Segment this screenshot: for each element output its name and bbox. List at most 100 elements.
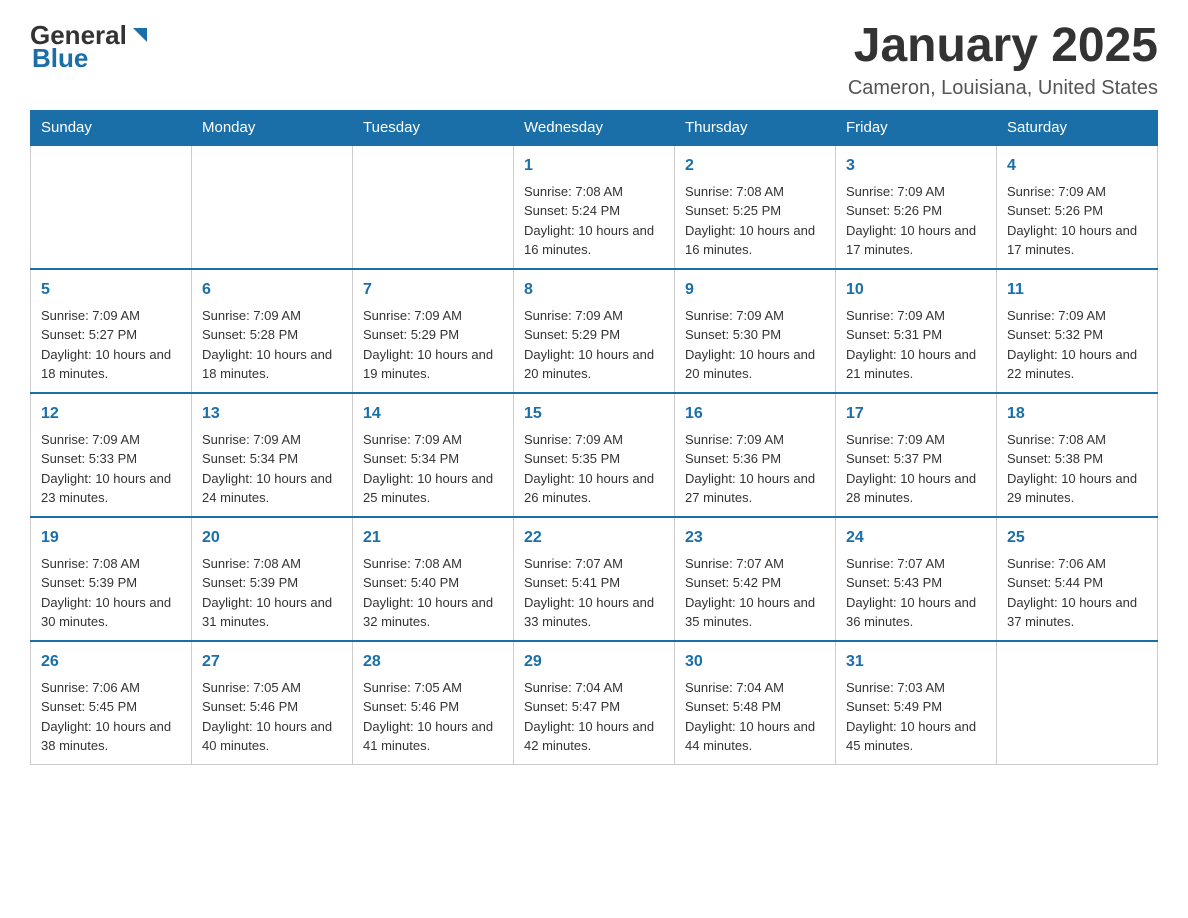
day-number: 23 xyxy=(685,526,825,550)
day-number: 21 xyxy=(363,526,503,550)
day-number: 1 xyxy=(524,154,664,178)
day-number: 19 xyxy=(41,526,181,550)
day-info: Sunrise: 7:06 AMSunset: 5:44 PMDaylight:… xyxy=(1007,554,1147,632)
day-info: Sunrise: 7:07 AMSunset: 5:41 PMDaylight:… xyxy=(524,554,664,632)
calendar-cell: 9 Sunrise: 7:09 AMSunset: 5:30 PMDaylight… xyxy=(675,269,836,393)
calendar-cell: 23 Sunrise: 7:07 AMSunset: 5:42 PMDayligh… xyxy=(675,517,836,641)
calendar-cell: 29Sunrise: 7:04 AMSunset: 5:47 PMDayligh… xyxy=(514,641,675,765)
calendar-cell xyxy=(192,145,353,269)
title-block: January 2025 Cameron, Louisiana, United … xyxy=(848,20,1158,100)
day-info: Sunrise: 7:09 AMSunset: 5:28 PMDaylight:… xyxy=(202,306,342,384)
day-number: 5 xyxy=(41,278,181,302)
calendar-cell: 15 Sunrise: 7:09 AMSunset: 5:35 PMDayligh… xyxy=(514,393,675,517)
day-number: 15 xyxy=(524,402,664,426)
day-info: Sunrise: 7:08 AMSunset: 5:39 PMDaylight:… xyxy=(41,554,181,632)
calendar-cell: 4 Sunrise: 7:09 AMSunset: 5:26 PMDaylight… xyxy=(997,145,1158,269)
day-info: Sunrise: 7:09 AMSunset: 5:29 PMDaylight:… xyxy=(524,306,664,384)
day-of-week-header: Friday xyxy=(836,110,997,145)
day-number: 13 xyxy=(202,402,342,426)
calendar-cell: 21 Sunrise: 7:08 AMSunset: 5:40 PMDayligh… xyxy=(353,517,514,641)
day-number: 11 xyxy=(1007,278,1147,302)
day-of-week-header: Sunday xyxy=(31,110,192,145)
calendar-cell xyxy=(997,641,1158,765)
day-info: Sunrise: 7:06 AMSunset: 5:45 PMDaylight:… xyxy=(41,678,181,756)
day-info: Sunrise: 7:03 AMSunset: 5:49 PMDaylight:… xyxy=(846,678,986,756)
calendar-cell: 16Sunrise: 7:09 AMSunset: 5:36 PMDayligh… xyxy=(675,393,836,517)
day-number: 18 xyxy=(1007,402,1147,426)
day-number: 6 xyxy=(202,278,342,302)
day-info: Sunrise: 7:08 AMSunset: 5:40 PMDaylight:… xyxy=(363,554,503,632)
calendar-cell: 14 Sunrise: 7:09 AMSunset: 5:34 PMDayligh… xyxy=(353,393,514,517)
day-info: Sunrise: 7:09 AMSunset: 5:34 PMDaylight:… xyxy=(363,430,503,508)
day-info: Sunrise: 7:08 AMSunset: 5:39 PMDaylight:… xyxy=(202,554,342,632)
calendar-cell: 27Sunrise: 7:05 AMSunset: 5:46 PMDayligh… xyxy=(192,641,353,765)
day-info: Sunrise: 7:09 AMSunset: 5:31 PMDaylight:… xyxy=(846,306,986,384)
day-info: Sunrise: 7:09 AMSunset: 5:32 PMDaylight:… xyxy=(1007,306,1147,384)
day-number: 7 xyxy=(363,278,503,302)
calendar-cell: 7 Sunrise: 7:09 AMSunset: 5:29 PMDaylight… xyxy=(353,269,514,393)
main-title: January 2025 xyxy=(848,20,1158,73)
day-number: 26 xyxy=(41,650,181,674)
day-info: Sunrise: 7:07 AMSunset: 5:42 PMDaylight:… xyxy=(685,554,825,632)
calendar-table: SundayMondayTuesdayWednesdayThursdayFrid… xyxy=(30,110,1158,765)
day-of-week-header: Tuesday xyxy=(353,110,514,145)
calendar-week-row: 12Sunrise: 7:09 AMSunset: 5:33 PMDayligh… xyxy=(31,393,1158,517)
day-of-week-header: Monday xyxy=(192,110,353,145)
calendar-week-row: 26 Sunrise: 7:06 AMSunset: 5:45 PMDayligh… xyxy=(31,641,1158,765)
calendar-cell: 26 Sunrise: 7:06 AMSunset: 5:45 PMDayligh… xyxy=(31,641,192,765)
day-number: 9 xyxy=(685,278,825,302)
day-info: Sunrise: 7:09 AMSunset: 5:27 PMDaylight:… xyxy=(41,306,181,384)
day-info: Sunrise: 7:09 AMSunset: 5:29 PMDaylight:… xyxy=(363,306,503,384)
calendar-cell: 19 Sunrise: 7:08 AMSunset: 5:39 PMDayligh… xyxy=(31,517,192,641)
day-number: 22 xyxy=(524,526,664,550)
calendar-cell xyxy=(353,145,514,269)
calendar-cell: 5 Sunrise: 7:09 AMSunset: 5:27 PMDaylight… xyxy=(31,269,192,393)
calendar-cell: 31Sunrise: 7:03 AMSunset: 5:49 PMDayligh… xyxy=(836,641,997,765)
day-of-week-header: Thursday xyxy=(675,110,836,145)
logo-arrow-icon xyxy=(129,26,151,48)
calendar-cell: 18 Sunrise: 7:08 AMSunset: 5:38 PMDayligh… xyxy=(997,393,1158,517)
day-info: Sunrise: 7:04 AMSunset: 5:47 PMDaylight:… xyxy=(524,678,664,756)
page-header: General Blue January 2025 Cameron, Louis… xyxy=(30,20,1158,100)
calendar-week-row: 1 Sunrise: 7:08 AMSunset: 5:24 PMDaylight… xyxy=(31,145,1158,269)
day-info: Sunrise: 7:08 AMSunset: 5:38 PMDaylight:… xyxy=(1007,430,1147,508)
day-info: Sunrise: 7:07 AMSunset: 5:43 PMDaylight:… xyxy=(846,554,986,632)
day-info: Sunrise: 7:09 AMSunset: 5:33 PMDaylight:… xyxy=(41,430,181,508)
calendar-cell: 6 Sunrise: 7:09 AMSunset: 5:28 PMDaylight… xyxy=(192,269,353,393)
calendar-cell: 12Sunrise: 7:09 AMSunset: 5:33 PMDayligh… xyxy=(31,393,192,517)
day-info: Sunrise: 7:09 AMSunset: 5:26 PMDaylight:… xyxy=(1007,182,1147,260)
day-info: Sunrise: 7:05 AMSunset: 5:46 PMDaylight:… xyxy=(363,678,503,756)
day-info: Sunrise: 7:08 AMSunset: 5:25 PMDaylight:… xyxy=(685,182,825,260)
calendar-cell: 8 Sunrise: 7:09 AMSunset: 5:29 PMDaylight… xyxy=(514,269,675,393)
calendar-cell: 17Sunrise: 7:09 AMSunset: 5:37 PMDayligh… xyxy=(836,393,997,517)
day-info: Sunrise: 7:09 AMSunset: 5:34 PMDaylight:… xyxy=(202,430,342,508)
calendar-cell: 20 Sunrise: 7:08 AMSunset: 5:39 PMDayligh… xyxy=(192,517,353,641)
day-info: Sunrise: 7:09 AMSunset: 5:26 PMDaylight:… xyxy=(846,182,986,260)
day-of-week-header: Saturday xyxy=(997,110,1158,145)
day-info: Sunrise: 7:09 AMSunset: 5:36 PMDaylight:… xyxy=(685,430,825,508)
calendar-cell: 11 Sunrise: 7:09 AMSunset: 5:32 PMDayligh… xyxy=(997,269,1158,393)
day-number: 14 xyxy=(363,402,503,426)
day-info: Sunrise: 7:09 AMSunset: 5:30 PMDaylight:… xyxy=(685,306,825,384)
day-number: 30 xyxy=(685,650,825,674)
day-number: 8 xyxy=(524,278,664,302)
day-number: 24 xyxy=(846,526,986,550)
day-number: 3 xyxy=(846,154,986,178)
calendar-cell: 3 Sunrise: 7:09 AMSunset: 5:26 PMDaylight… xyxy=(836,145,997,269)
logo-blue: Blue xyxy=(32,43,88,74)
day-info: Sunrise: 7:09 AMSunset: 5:35 PMDaylight:… xyxy=(524,430,664,508)
day-number: 20 xyxy=(202,526,342,550)
calendar-week-row: 19 Sunrise: 7:08 AMSunset: 5:39 PMDayligh… xyxy=(31,517,1158,641)
calendar-cell: 30Sunrise: 7:04 AMSunset: 5:48 PMDayligh… xyxy=(675,641,836,765)
calendar-cell: 24 Sunrise: 7:07 AMSunset: 5:43 PMDayligh… xyxy=(836,517,997,641)
day-info: Sunrise: 7:08 AMSunset: 5:24 PMDaylight:… xyxy=(524,182,664,260)
logo: General Blue xyxy=(30,20,151,74)
calendar-cell: 28Sunrise: 7:05 AMSunset: 5:46 PMDayligh… xyxy=(353,641,514,765)
calendar-week-row: 5 Sunrise: 7:09 AMSunset: 5:27 PMDaylight… xyxy=(31,269,1158,393)
day-info: Sunrise: 7:09 AMSunset: 5:37 PMDaylight:… xyxy=(846,430,986,508)
subtitle: Cameron, Louisiana, United States xyxy=(848,77,1158,100)
day-number: 4 xyxy=(1007,154,1147,178)
day-info: Sunrise: 7:05 AMSunset: 5:46 PMDaylight:… xyxy=(202,678,342,756)
days-of-week-row: SundayMondayTuesdayWednesdayThursdayFrid… xyxy=(31,110,1158,145)
calendar-cell: 10Sunrise: 7:09 AMSunset: 5:31 PMDayligh… xyxy=(836,269,997,393)
